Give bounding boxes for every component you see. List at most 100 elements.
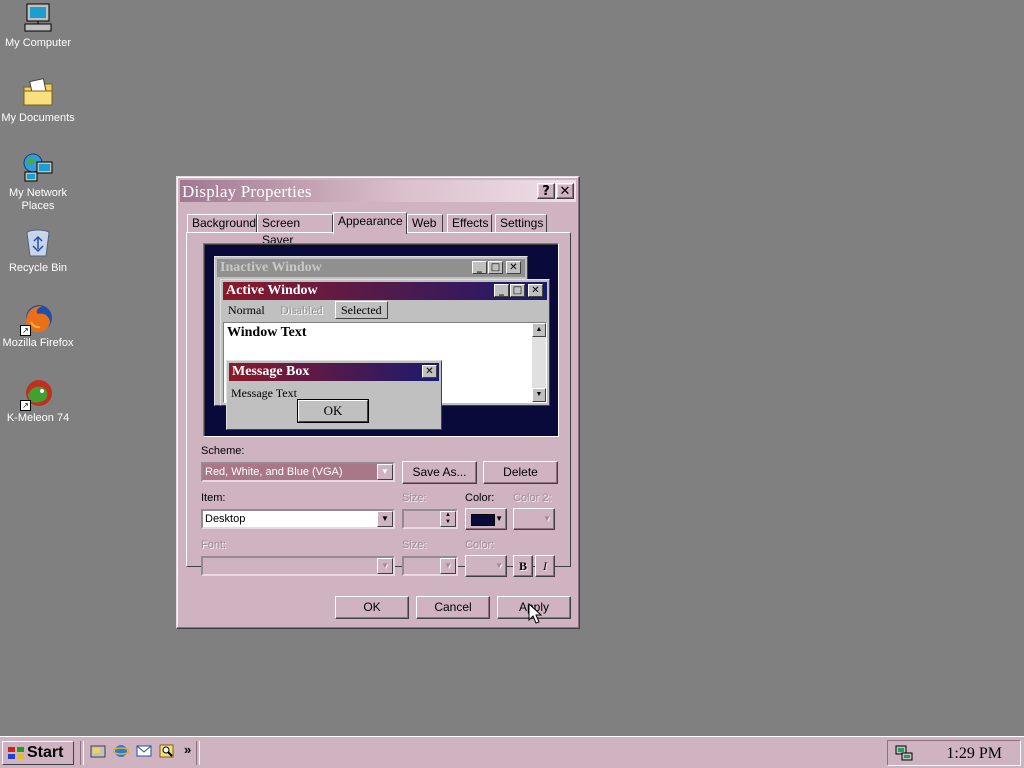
tab-screen-saver[interactable]: Screen Saver xyxy=(257,214,333,247)
scheme-label: Scheme: xyxy=(201,445,245,457)
scheme-value: Red, White, and Blue (VGA) xyxy=(205,466,343,478)
desktop-icon-label: My Network Places xyxy=(8,187,68,212)
windows-logo-icon xyxy=(8,747,24,759)
bold-button[interactable]: B xyxy=(513,555,533,577)
mouse-cursor-icon xyxy=(528,603,542,624)
taskbar: Start » 1:29 PM xyxy=(0,736,1024,768)
item-size-spinner[interactable]: ▲ ▼ xyxy=(402,509,458,529)
shortcut-arrow-icon: ↗ xyxy=(20,400,31,411)
preview-inactive-title: Inactive Window xyxy=(220,260,322,275)
preview-menu-selected: Selected xyxy=(335,301,388,319)
save-as-button[interactable]: Save As... xyxy=(402,461,477,484)
close-icon: ✕ xyxy=(528,284,543,297)
chevron-down-icon: ▼ xyxy=(495,561,503,570)
task-separator xyxy=(196,741,200,765)
preview-active-title-bar: Active Window _ □ ✕ xyxy=(223,282,547,300)
preview-msgbox-title: Message Box xyxy=(232,364,310,379)
chevron-down-icon: ▼ xyxy=(377,558,393,574)
tab-background[interactable]: Background xyxy=(187,214,257,232)
color-label: Color: xyxy=(465,492,495,504)
desktop-icon-my-documents[interactable]: My Documents xyxy=(0,77,76,125)
delete-button[interactable]: Delete xyxy=(483,461,558,484)
tab-settings[interactable]: Settings xyxy=(495,214,547,232)
close-icon: ✕ xyxy=(422,365,437,378)
tab-effects[interactable]: Effects xyxy=(447,214,492,232)
dialog-title: Display Properties xyxy=(182,182,312,201)
font-select[interactable]: ▼ xyxy=(201,556,395,576)
item-select[interactable]: Desktop ▼ xyxy=(201,509,395,529)
minimize-icon: _ xyxy=(472,261,487,274)
preview-menu-bar: Normal Disabled Selected xyxy=(223,301,543,319)
close-button[interactable]: ✕ xyxy=(556,183,574,199)
help-button[interactable]: ? xyxy=(537,183,555,199)
system-tray: 1:29 PM xyxy=(887,740,1021,766)
font-color-label: Color: xyxy=(465,539,495,551)
display-properties-dialog: Display Properties ? ✕ Background Screen… xyxy=(176,176,580,629)
preview-active-title: Active Window xyxy=(226,283,318,298)
firefox-icon: ↗ xyxy=(20,302,54,336)
ok-button[interactable]: OK xyxy=(335,596,409,619)
chevron-down-icon: ▼ xyxy=(377,511,393,527)
scroll-down-icon: ▼ xyxy=(532,388,546,402)
scheme-preview[interactable]: Inactive Window _ □ ✕ Active Window _ □ … xyxy=(203,243,559,437)
preview-scrollbar: ▲ ▼ xyxy=(532,323,546,402)
font-size-label: Size: xyxy=(402,539,427,551)
tab-web[interactable]: Web xyxy=(407,214,443,232)
tab-appearance[interactable]: Appearance xyxy=(333,212,407,234)
maximize-icon: □ xyxy=(488,261,503,274)
color2-label: Color 2: xyxy=(513,492,552,504)
font-size-select[interactable]: ▼ xyxy=(402,556,458,576)
scroll-up-icon: ▲ xyxy=(532,323,546,337)
desktop-icon-my-computer[interactable]: My Computer xyxy=(0,2,76,50)
chevron-down-icon: ▼ xyxy=(377,464,393,480)
show-desktop-icon[interactable] xyxy=(90,743,106,759)
maximize-icon: □ xyxy=(510,284,525,297)
preview-message-box: Message Box ✕ Message Text OK xyxy=(226,360,442,430)
item-value: Desktop xyxy=(205,513,246,525)
outlook-express-icon[interactable] xyxy=(136,743,152,759)
start-label: Start xyxy=(27,744,64,761)
scheme-select[interactable]: Red, White, and Blue (VGA) ▼ xyxy=(201,462,395,482)
font-label: Font: xyxy=(201,539,227,551)
quick-launch-separator xyxy=(80,741,84,765)
desktop-icon-k-meleon[interactable]: ↗ K-Meleon 74 xyxy=(0,377,76,425)
color-picker-button[interactable]: ▼ xyxy=(465,508,507,530)
recycle-bin-icon xyxy=(22,227,54,259)
chevron-down-icon: ▼ xyxy=(543,514,551,523)
search-icon[interactable] xyxy=(159,743,175,759)
item-label: Item: xyxy=(201,492,226,504)
desktop-icon-my-network-places[interactable]: My Network Places xyxy=(0,152,76,213)
network-places-icon xyxy=(22,152,54,184)
preview-menu-normal: Normal xyxy=(228,303,265,317)
dialog-title-bar[interactable]: Display Properties ? ✕ xyxy=(180,180,576,202)
quick-launch-more-icon[interactable]: » xyxy=(184,742,191,757)
desktop-icon-label: Recycle Bin xyxy=(8,262,68,274)
start-button[interactable]: Start xyxy=(2,741,74,765)
item-size-label: Size: xyxy=(402,492,427,504)
desktop-icon-label: K-Meleon 74 xyxy=(6,412,70,424)
color-swatch xyxy=(471,514,495,526)
desktop-icon-label: My Computer xyxy=(4,37,72,49)
help-icon: ? xyxy=(542,184,550,199)
preview-msgbox-text: Message Text xyxy=(231,386,297,400)
minimize-icon: _ xyxy=(494,284,509,297)
internet-explorer-icon[interactable] xyxy=(113,743,129,759)
desktop-icon-label: Mozilla Firefox xyxy=(2,337,74,349)
preview-msgbox-title-bar: Message Box ✕ xyxy=(229,363,439,381)
font-color-button[interactable]: ▼ xyxy=(465,555,507,577)
desktop-icon-mozilla-firefox[interactable]: ↗ Mozilla Firefox xyxy=(0,302,76,350)
computer-icon xyxy=(22,2,54,34)
cancel-button[interactable]: Cancel xyxy=(416,596,490,619)
k-meleon-icon: ↗ xyxy=(20,377,54,411)
folder-documents-icon xyxy=(22,77,54,109)
desktop-icon-label: My Documents xyxy=(1,112,75,124)
network-status-icon[interactable] xyxy=(894,744,914,762)
chevron-down-icon: ▼ xyxy=(495,514,503,523)
color2-picker-button[interactable]: ▼ xyxy=(513,508,555,530)
spinner-arrows-icon: ▲ ▼ xyxy=(440,511,456,527)
close-icon: ✕ xyxy=(506,261,521,274)
preview-menu-disabled: Disabled xyxy=(280,303,323,317)
italic-button[interactable]: I xyxy=(535,555,555,577)
clock[interactable]: 1:29 PM xyxy=(946,745,1002,763)
desktop-icon-recycle-bin[interactable]: Recycle Bin xyxy=(0,227,76,275)
